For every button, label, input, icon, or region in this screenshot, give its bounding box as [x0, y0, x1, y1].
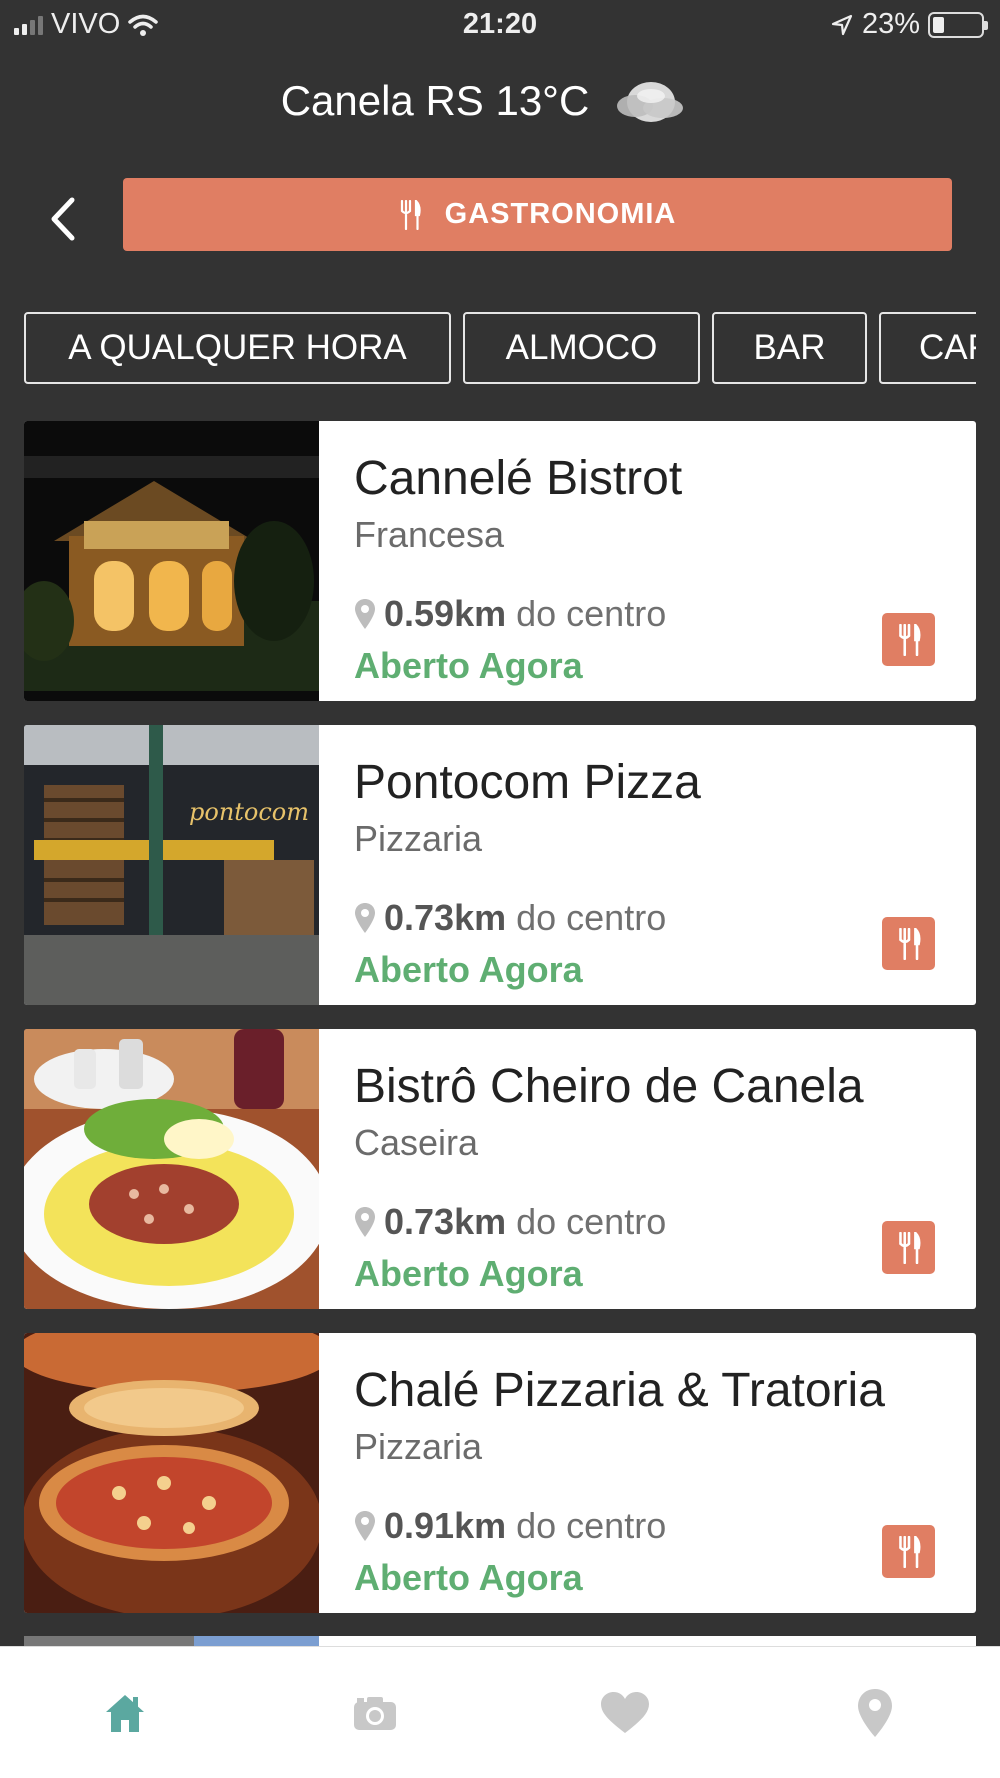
restaurant-name: Bistrô Cheiro de Canela — [354, 1060, 864, 1113]
map-pin-icon — [355, 599, 375, 629]
filter-chip-almoco[interactable]: ALMOCO — [463, 312, 700, 384]
restaurant-cuisine: Pizzaria — [354, 818, 483, 859]
distance-suffix: do centro — [516, 897, 667, 938]
restaurant-photo — [24, 1333, 319, 1613]
restaurant-name: Pontocom Pizza — [354, 756, 701, 809]
fork-knife-icon — [898, 1231, 920, 1264]
back-button[interactable] — [40, 192, 90, 246]
distance-suffix: do centro — [516, 1201, 667, 1242]
distance-value: 0.73km — [384, 897, 507, 938]
fork-knife-icon — [400, 199, 421, 230]
chevron-left-icon — [51, 197, 75, 241]
restaurant-photo — [24, 1029, 319, 1309]
tab-camera[interactable] — [345, 1683, 405, 1743]
status-bar: VIVO 21:20 23% — [0, 0, 1000, 50]
open-status: Aberto Agora — [354, 1557, 583, 1598]
tab-favorites[interactable] — [595, 1683, 655, 1743]
home-icon — [106, 1695, 144, 1732]
tab-home[interactable] — [95, 1683, 155, 1743]
gastronomy-badge — [882, 613, 935, 666]
open-status: Aberto Agora — [354, 949, 583, 990]
location-temperature: Canela RS 13°C — [280, 77, 590, 124]
gastronomy-badge — [882, 917, 935, 970]
category-label: GASTRONOMIA — [444, 198, 677, 230]
filter-chip-bar[interactable]: BAR — [712, 312, 867, 384]
open-status: Aberto Agora — [354, 645, 583, 686]
distance-value: 0.91km — [384, 1505, 507, 1546]
tab-bar — [0, 1646, 1000, 1778]
restaurant-distance: 0.73km do centro — [354, 1201, 666, 1243]
restaurant-distance: 0.91km do centro — [354, 1505, 666, 1547]
restaurant-photo — [24, 421, 319, 701]
location-arrow-icon — [831, 14, 853, 35]
category-button[interactable]: GASTRONOMIA — [123, 178, 952, 251]
map-pin-icon — [355, 1207, 375, 1237]
map-pin-icon — [355, 1511, 375, 1541]
filter-row: A QUALQUER HORA ALMOCO BAR CAFE — [24, 312, 976, 384]
restaurant-photo: pontocom — [24, 725, 319, 1005]
distance-value: 0.59km — [384, 593, 507, 634]
distance-suffix: do centro — [516, 1505, 667, 1546]
fork-knife-icon — [898, 623, 920, 656]
restaurant-cuisine: Pizzaria — [354, 1426, 483, 1467]
heart-icon — [601, 1692, 649, 1733]
restaurant-name: Chalé Pizzaria & Tratoria — [354, 1364, 885, 1417]
map-pin-icon — [355, 903, 375, 933]
restaurant-distance: 0.73km do centro — [354, 897, 666, 939]
distance-value: 0.73km — [384, 1201, 507, 1242]
restaurant-card[interactable]: Bistrô Cheiro de Canela Caseira 0.73km d… — [24, 1029, 976, 1309]
restaurant-cuisine: Francesa — [354, 514, 505, 555]
battery-percent: 23% — [861, 8, 920, 40]
restaurant-card[interactable]: pontocom Pontocom Pizza Pizzaria 0.73km … — [24, 725, 976, 1005]
fork-knife-icon — [898, 927, 920, 960]
fork-knife-icon — [898, 1535, 920, 1568]
restaurant-distance: 0.59km do centro — [354, 593, 666, 635]
location-pin-icon — [858, 1689, 892, 1737]
gastronomy-badge — [882, 1525, 935, 1578]
gastronomy-badge — [882, 1221, 935, 1274]
tab-map[interactable] — [845, 1683, 905, 1743]
svg-text:pontocom: pontocom — [189, 798, 309, 826]
battery-icon — [928, 11, 988, 38]
distance-suffix: do centro — [516, 593, 667, 634]
status-right: 23% — [830, 8, 988, 41]
header: Canela RS 13°C — [0, 74, 1000, 128]
filter-chip-cafe[interactable]: CAFE — [879, 312, 976, 384]
restaurant-cuisine: Caseira — [354, 1122, 479, 1163]
cloudy-moon-icon — [617, 82, 684, 122]
restaurant-card[interactable]: Chalé Pizzaria & Tratoria Pizzaria 0.91k… — [24, 1333, 976, 1613]
filter-chip-a-qualquer-hora[interactable]: A QUALQUER HORA — [24, 312, 451, 384]
camera-icon — [354, 1697, 396, 1730]
restaurant-name: Cannelé Bistrot — [354, 452, 683, 505]
open-status: Aberto Agora — [354, 1253, 583, 1294]
restaurant-card[interactable]: Cannelé Bistrot Francesa 0.59km do centr… — [24, 421, 976, 701]
